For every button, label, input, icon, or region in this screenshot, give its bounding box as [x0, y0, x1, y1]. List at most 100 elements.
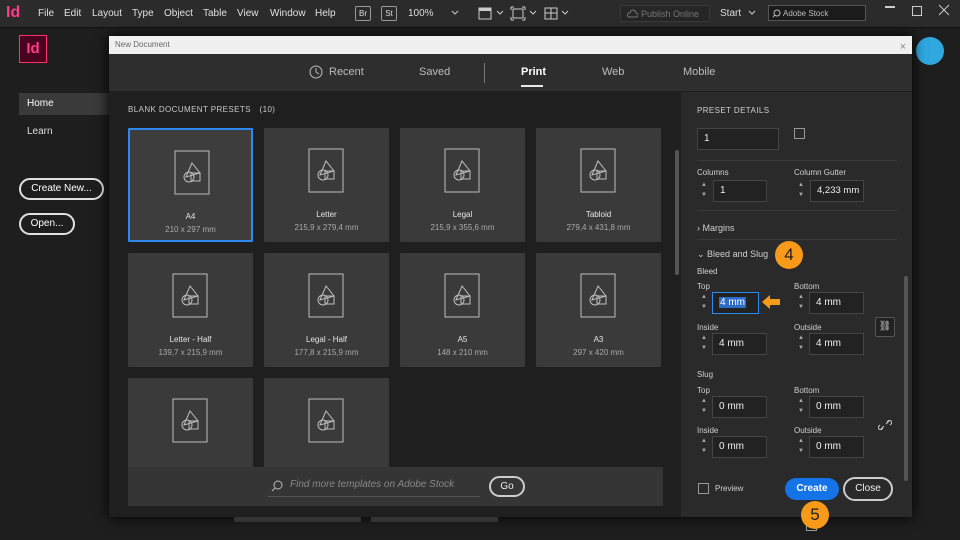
maximize-icon[interactable] [912, 6, 922, 16]
menu-file[interactable]: File [38, 8, 54, 19]
bridge-button[interactable]: Br [355, 6, 371, 21]
slug-top-label: Top [697, 386, 710, 395]
preset-card[interactable] [128, 378, 253, 467]
bleed-inside-field[interactable]: 4 mm [712, 333, 767, 355]
slug-outside-field[interactable]: 0 mm [809, 436, 864, 458]
create-new-button[interactable]: Create New... [19, 178, 104, 200]
preset-card[interactable]: A4 210 x 297 mm [128, 128, 253, 242]
presets-scrollbar[interactable] [675, 150, 679, 275]
tab-recent[interactable]: Recent [329, 66, 364, 78]
bleed-top-stepper[interactable]: ▲ ▼ [697, 292, 711, 314]
open-button[interactable]: Open... [19, 213, 75, 235]
stock-search-input[interactable]: Adobe Stock [768, 5, 866, 21]
upload-cloud-icon [627, 9, 638, 18]
columns-field[interactable]: 1 [713, 180, 767, 202]
bleed-link-icon[interactable]: ⛓ [875, 317, 895, 337]
details-scrollbar[interactable] [904, 276, 908, 481]
preset-name: Tabloid [585, 210, 612, 219]
screen-mode-icon[interactable] [510, 6, 526, 21]
create-button[interactable]: Create [785, 478, 839, 500]
menu-type[interactable]: Type [132, 8, 154, 19]
bleed-inside-label: Inside [697, 323, 719, 332]
slug-inside-field[interactable]: 0 mm [712, 436, 767, 458]
slug-bottom-stepper[interactable]: ▲ ▼ [794, 396, 808, 418]
column-gutter-field[interactable]: 4,233 mm [810, 180, 864, 202]
nav-home[interactable]: Home [19, 93, 110, 115]
divider [697, 160, 897, 161]
bleed-outside-field[interactable]: 4 mm [809, 333, 864, 355]
margins-toggle[interactable]: › Margins [697, 223, 735, 233]
tab-web[interactable]: Web [602, 66, 624, 78]
preset-card[interactable]: Tabloid 279,4 x 431,8 mm [536, 128, 661, 242]
menu-view[interactable]: View [237, 8, 259, 19]
close-window-icon[interactable] [938, 4, 950, 16]
facing-pages-checkbox[interactable] [794, 128, 805, 139]
slug-top-stepper[interactable]: ▲ ▼ [697, 396, 711, 418]
close-button[interactable]: Close [843, 477, 893, 501]
go-button[interactable]: Go [489, 476, 525, 497]
preset-card[interactable]: A3 297 x 420 mm [536, 253, 661, 367]
slug-label: Slug [697, 370, 714, 379]
pages-field[interactable]: 1 [697, 128, 779, 150]
nav-learn[interactable]: Learn [27, 126, 53, 137]
stock-button[interactable]: St [381, 6, 397, 21]
slug-top-field[interactable]: 0 mm [712, 396, 767, 418]
bleed-slug-toggle[interactable]: ⌄ Bleed and Slug [697, 249, 768, 260]
preset-card[interactable] [264, 378, 389, 467]
view-options-icon[interactable] [477, 6, 493, 21]
template-search-input[interactable]: Find more templates on Adobe Stock [268, 475, 480, 497]
document-shapes-icon [580, 148, 616, 193]
slug-outside-stepper[interactable]: ▲ ▼ [794, 436, 808, 458]
bleed-top-field[interactable]: 4 mm [712, 292, 759, 314]
chevron-down-icon[interactable] [561, 10, 569, 16]
tab-saved[interactable]: Saved [419, 66, 450, 78]
preset-details-panel: PRESET DETAILS 1 Columns Column Gutter ▲… [681, 92, 912, 531]
gutter-stepper[interactable]: ▲ ▼ [794, 180, 808, 202]
chevron-down-icon[interactable] [496, 10, 504, 16]
menu-edit[interactable]: Edit [64, 8, 81, 19]
columns-stepper[interactable]: ▲ ▼ [697, 180, 711, 202]
menu-layout[interactable]: Layout [92, 8, 122, 19]
menu-window[interactable]: Window [270, 8, 306, 19]
arrange-documents-icon[interactable] [543, 6, 559, 21]
preset-card[interactable]: Legal - Half 177,8 x 215,9 mm [264, 253, 389, 367]
bleed-bottom-stepper[interactable]: ▲ ▼ [794, 292, 808, 314]
slug-bottom-field[interactable]: 0 mm [809, 396, 864, 418]
minimize-icon[interactable] [885, 6, 895, 8]
bleed-label: Bleed [697, 267, 718, 276]
tab-mobile[interactable]: Mobile [683, 66, 715, 78]
menu-table[interactable]: Table [203, 8, 227, 19]
chevron-down-icon[interactable] [529, 10, 537, 16]
bleed-outside-stepper[interactable]: ▲ ▼ [794, 333, 808, 355]
preset-size: 297 x 420 mm [573, 348, 624, 357]
clock-icon [309, 65, 323, 79]
preview-checkbox[interactable] [698, 483, 709, 494]
bleed-inside-stepper[interactable]: ▲ ▼ [697, 333, 711, 355]
preset-card[interactable]: Legal 215,9 x 355,6 mm [400, 128, 525, 242]
preset-size: 139,7 x 215,9 mm [158, 348, 223, 357]
preview-label: Preview [715, 484, 744, 493]
preset-size: 215,9 x 279,4 mm [294, 223, 359, 232]
menu-help[interactable]: Help [315, 8, 336, 19]
tab-print[interactable]: Print [521, 66, 546, 78]
bleed-bottom-field[interactable]: 4 mm [809, 292, 864, 314]
workspace-switcher[interactable]: Start [720, 8, 741, 19]
preset-card[interactable]: Letter - Half 139,7 x 215,9 mm [128, 253, 253, 367]
menu-object[interactable]: Object [164, 8, 193, 19]
preset-name: A4 [185, 212, 196, 221]
zoom-level[interactable]: 100% [408, 8, 434, 19]
slug-unlink-icon[interactable] [878, 418, 892, 432]
chevron-down-icon[interactable] [748, 10, 756, 16]
slug-outside-label: Outside [794, 426, 822, 435]
preset-size: 177,8 x 215,9 mm [294, 348, 359, 357]
cc-avatar-icon[interactable] [916, 37, 944, 65]
preset-size: 279,4 x 431,8 mm [566, 223, 631, 232]
search-icon [772, 9, 781, 18]
preset-card[interactable]: A5 148 x 210 mm [400, 253, 525, 367]
publish-online-label: Publish Online [641, 9, 700, 19]
chevron-down-icon[interactable] [451, 10, 459, 16]
preset-card[interactable]: Letter 215,9 x 279,4 mm [264, 128, 389, 242]
slug-inside-stepper[interactable]: ▲ ▼ [697, 436, 711, 458]
publish-online-button[interactable]: Publish Online [620, 5, 710, 22]
preset-details-header: PRESET DETAILS [697, 106, 770, 115]
